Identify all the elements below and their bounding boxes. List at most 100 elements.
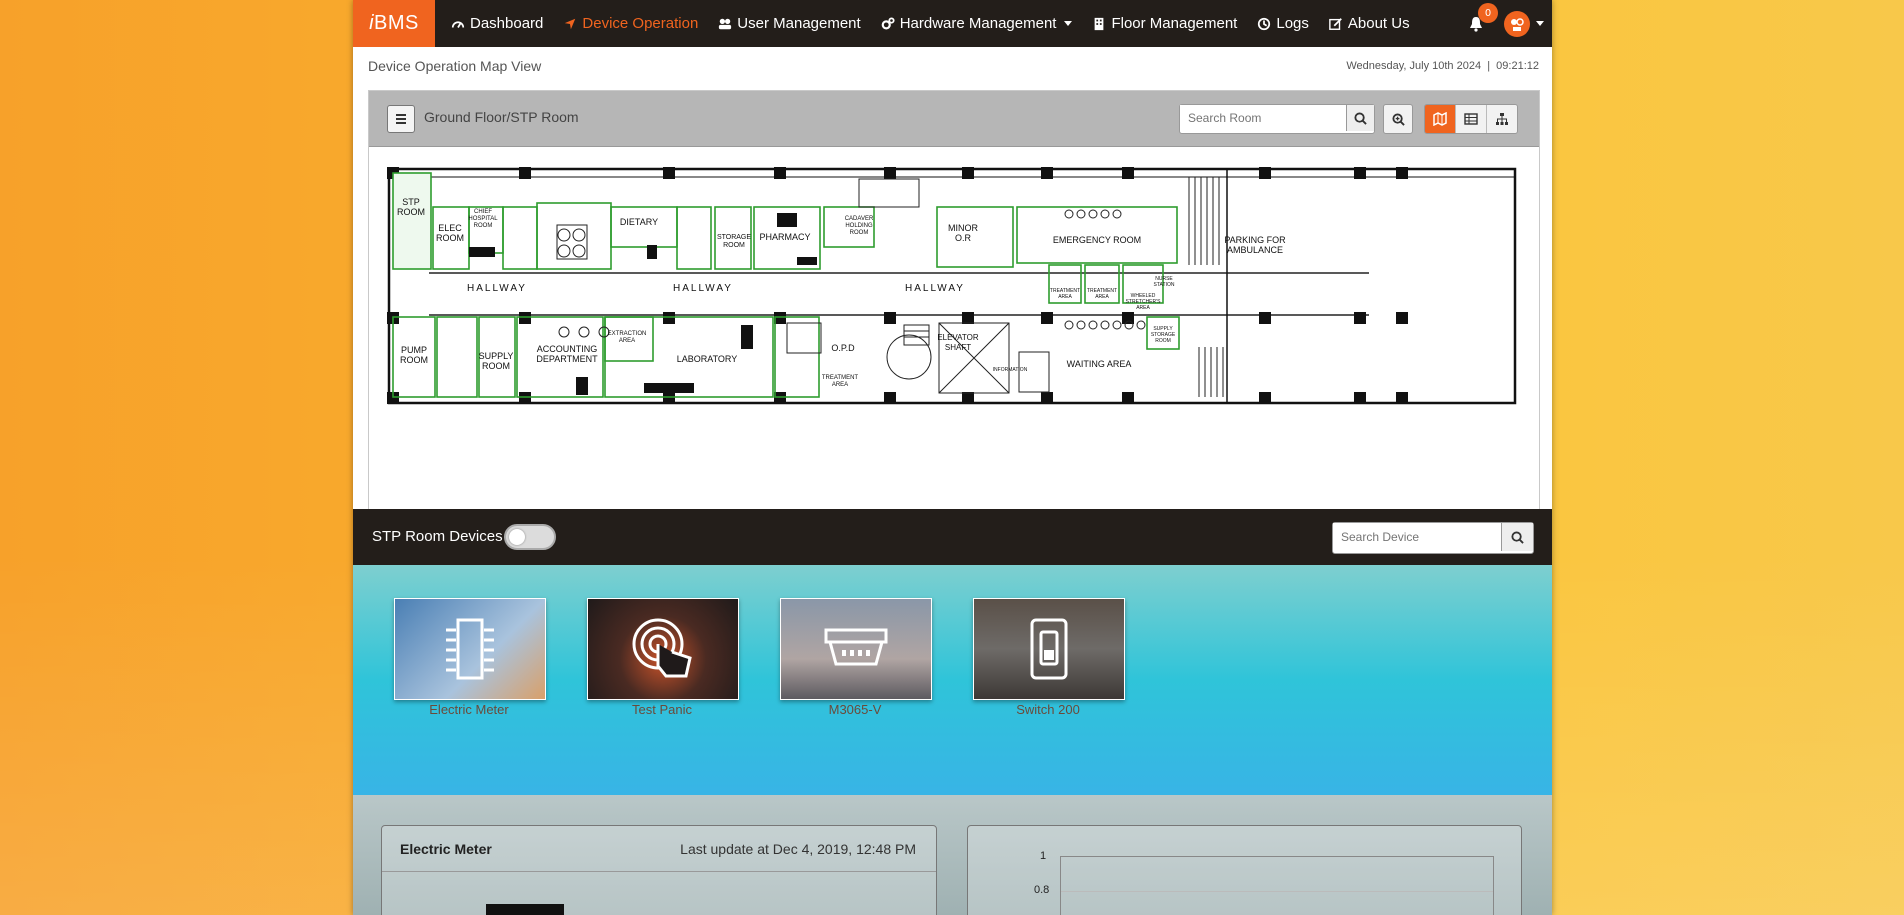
chart-card: 1 0.8 [967, 825, 1522, 915]
top-navbar: i BMS Dashboard Device Operation User Man… [353, 0, 1552, 47]
room-chief-l1: CHIEF [474, 209, 492, 215]
room-supply-l2: ROOM [482, 361, 510, 371]
room-stp-l1: STP [402, 197, 420, 207]
zoom-in-icon [1391, 112, 1405, 126]
breadcrumb: Ground Floor/STP Room [424, 109, 579, 125]
gridline [1061, 891, 1493, 892]
history-icon [1258, 17, 1271, 30]
hallway-1: HALLWAY [467, 283, 527, 294]
room-emergency: EMERGENCY ROOM [1053, 235, 1141, 245]
device-search-input[interactable] [1333, 523, 1501, 551]
user-menu[interactable] [1496, 0, 1552, 47]
switch-icon [1030, 618, 1068, 680]
nav-logs[interactable]: Logs [1247, 0, 1319, 47]
room-information: INFORMATION [993, 367, 1028, 373]
room-dietary: DIETARY [620, 217, 658, 227]
device-label[interactable]: Switch 200 [973, 702, 1123, 717]
room-accounting-l1: ACCOUNTING [537, 344, 598, 354]
room-treatment-b-l2: AREA [1095, 294, 1109, 300]
hamburger-icon [396, 114, 406, 124]
room-elec-l1: ELEC [438, 223, 462, 233]
view-toggle-group [1424, 104, 1518, 134]
last-update: Last update at Dec 4, 2019, 12:48 PM [680, 841, 916, 857]
room-pump-l2: ROOM [400, 355, 428, 365]
y-tick-1: 1 [1040, 850, 1047, 862]
room-cadaver-l2: HOLDING [845, 223, 873, 229]
room-search-input[interactable] [1180, 105, 1346, 131]
room-storage-l1: STORAGE [717, 234, 751, 241]
room-treatment-small-l1: TREATMENT [822, 375, 859, 381]
avatar [1504, 10, 1530, 37]
dashboard-icon [451, 20, 465, 28]
room-search [1179, 104, 1375, 134]
devices-toggle[interactable] [504, 524, 556, 550]
sitemap-icon [1496, 113, 1508, 125]
map-panel: Ground Floor/STP Room Search Room STP RO… [368, 90, 1540, 509]
nav-right: 0 [1456, 0, 1552, 47]
cogs-icon [881, 16, 895, 29]
device-detail-card: Electric Meter Last update at Dec 4, 201… [381, 825, 937, 915]
room-extraction-l2: AREA [619, 338, 635, 344]
device-label[interactable]: Test Panic [587, 702, 737, 717]
nav-hardware-management[interactable]: Hardware Management [871, 0, 1083, 47]
device-search-button[interactable] [1501, 523, 1533, 551]
zoom-button[interactable] [1383, 104, 1413, 134]
device-search [1332, 522, 1534, 554]
search-icon [1354, 111, 1367, 125]
room-supply-l1: SUPPLY [479, 351, 514, 361]
room-pump-l1: PUMP [401, 345, 427, 355]
device-label[interactable]: Electric Meter [394, 702, 544, 717]
room-treatment-a-l2: AREA [1058, 294, 1072, 300]
room-search-button[interactable] [1346, 105, 1374, 131]
meter-display [486, 904, 564, 915]
nav-about-us[interactable]: About Us [1319, 0, 1420, 47]
table-icon [1464, 113, 1478, 125]
chevron-down-icon [1064, 21, 1073, 26]
room-cadaver-l1: CADAVER [845, 216, 874, 222]
room-parking-l1: PARKING FOR [1224, 235, 1286, 245]
brand-logo[interactable]: i BMS [353, 0, 435, 47]
devices-title: STP Room Devices [372, 528, 503, 545]
device-tile-switch-200[interactable] [973, 598, 1125, 700]
room-stp-l2: ROOM [397, 207, 425, 217]
device-label[interactable]: M3065-V [780, 702, 930, 717]
nav-device-operation[interactable]: Device Operation [553, 0, 708, 47]
avatar-image [1511, 17, 1524, 31]
room-chief-l3: ROOM [474, 223, 493, 229]
map-view-button[interactable] [1425, 105, 1455, 133]
room-minor-l1: MINOR [948, 223, 978, 233]
device-tile-test-panic[interactable] [587, 598, 739, 700]
room-cadaver-l3: ROOM [850, 230, 869, 236]
nav-user-management[interactable]: User Management [708, 0, 870, 47]
nav-dashboard[interactable]: Dashboard [441, 0, 553, 47]
map-toolbar: Ground Floor/STP Room [369, 91, 1539, 146]
table-view-button[interactable] [1455, 105, 1486, 133]
room-chief-l2: HOSPITAL [468, 216, 498, 222]
hallway-3: HALLWAY [905, 283, 965, 294]
tree-view-button[interactable] [1486, 105, 1517, 133]
touch-icon [632, 618, 692, 678]
devices-header: STP Room Devices [353, 509, 1552, 565]
notification-badge: 0 [1478, 3, 1498, 23]
app-window: i BMS Dashboard Device Operation User Man… [353, 0, 1552, 915]
room-elevator-l2: SHAFT [945, 343, 971, 352]
map-icon [1433, 112, 1447, 126]
room-treatment-small-l2: AREA [832, 382, 848, 388]
menu-button[interactable] [387, 105, 415, 133]
room-wheeled-l3: AREA [1136, 305, 1150, 311]
device-tile-m3065-v[interactable] [780, 598, 932, 700]
page-title: Device Operation Map View [368, 58, 542, 74]
card-title: Electric Meter [400, 841, 492, 857]
room-opd: O.P.D [831, 343, 855, 353]
hallway-2: HALLWAY [673, 283, 733, 294]
room-waiting: WAITING AREA [1067, 359, 1132, 369]
page-header: Device Operation Map View Wednesday, Jul… [366, 58, 1539, 78]
device-tile-electric-meter[interactable] [394, 598, 546, 700]
nav-floor-management[interactable]: Floor Management [1082, 0, 1247, 47]
edit-icon [1329, 17, 1342, 30]
users-icon [719, 18, 732, 29]
notifications-button[interactable]: 0 [1456, 0, 1498, 47]
sensor-icon [824, 628, 888, 666]
room-elevator-l1: ELEVATOR [937, 333, 979, 342]
floor-map[interactable]: STP ROOM ELEC ROOM CHIEF HOSPITAL ROOM D… [369, 146, 1539, 509]
